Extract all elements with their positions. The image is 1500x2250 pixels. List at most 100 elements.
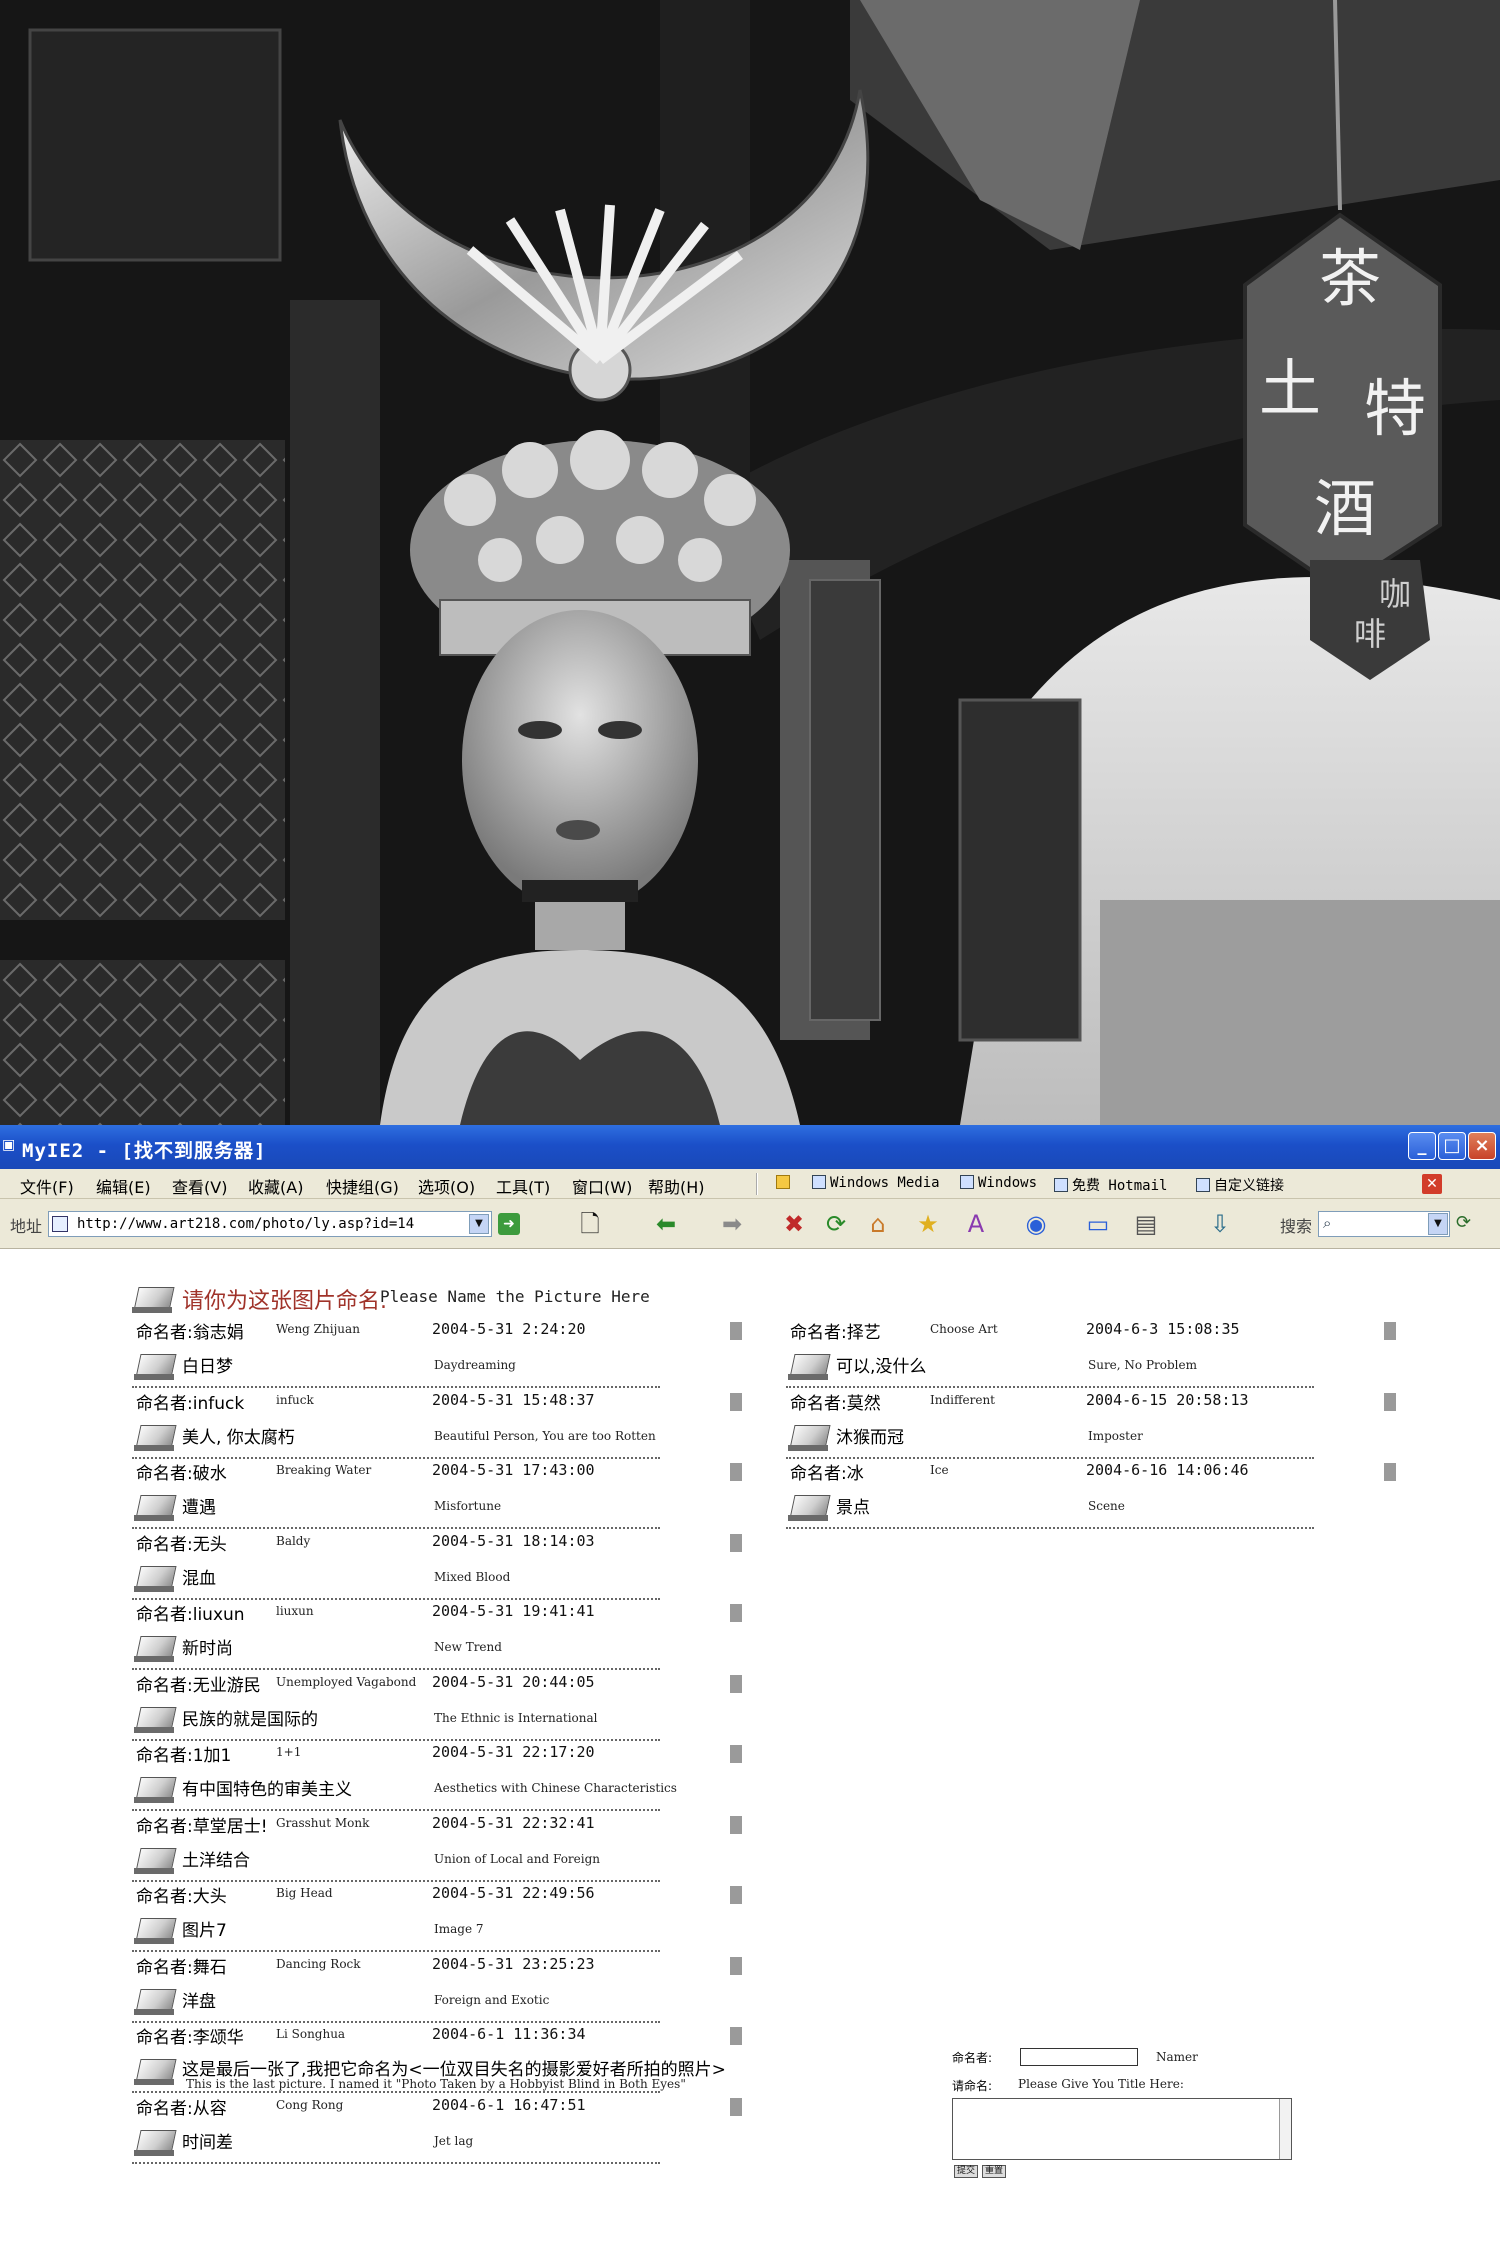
refresh-icon[interactable]: ⟳: [820, 1209, 852, 1239]
title-chinese: 可以,没什么: [836, 1357, 927, 1377]
delete-marker-icon[interactable]: [730, 1322, 742, 1340]
delete-marker-icon[interactable]: [730, 1815, 742, 1834]
delete-marker-icon[interactable]: [730, 1745, 742, 1763]
list-item: 命名者:冰 Ice 2004-6-16 14:06:46 景点 Scene: [786, 1459, 1416, 1529]
links-folder-icon[interactable]: [776, 1175, 794, 1191]
namer-name-english: liuxun: [276, 1604, 314, 1618]
timestamp: 2004-5-31 22:17:20: [432, 1743, 595, 1761]
namer-name: 无头: [192, 1534, 227, 1555]
link-windows-media[interactable]: Windows Media: [812, 1175, 940, 1191]
dotted-divider: [786, 1527, 1314, 1529]
namer-name: liuxun: [192, 1605, 245, 1625]
delete-marker-icon[interactable]: [730, 1533, 742, 1552]
menu-separator: [756, 1173, 758, 1195]
maximize-button[interactable]: □: [1438, 1132, 1466, 1160]
list-item: 命名者:破水 Breaking Water 2004-5-31 17:43:00 遭遇…: [132, 1459, 762, 1529]
globe-icon[interactable]: ◉: [1020, 1209, 1052, 1239]
forward-icon[interactable]: ➡: [716, 1209, 748, 1239]
close-tab-icon[interactable]: ✕: [1422, 1174, 1442, 1194]
link-custom[interactable]: 自定义链接: [1196, 1175, 1284, 1195]
delete-marker-icon[interactable]: [1384, 1463, 1396, 1481]
delete-marker-icon[interactable]: [730, 1392, 742, 1411]
reset-button[interactable]: 重置: [982, 2165, 1007, 2178]
title-textarea[interactable]: [952, 2098, 1292, 2160]
textarea-scrollbar[interactable]: [1279, 2099, 1291, 2159]
list-item: 命名者:无头 Baldy 2004-5-31 18:14:03 混血 Mixed Blo…: [132, 1530, 762, 1600]
submit-button[interactable]: 提交: [954, 2165, 979, 2178]
delete-marker-icon[interactable]: [1384, 1392, 1396, 1411]
delete-marker-icon[interactable]: [730, 1604, 742, 1622]
title-english: The Ethnic is International: [434, 1710, 598, 1725]
timestamp: 2004-6-3 15:08:35: [1086, 1320, 1240, 1338]
home-icon[interactable]: ⌂: [862, 1209, 894, 1239]
namer-label: 命名者:翁志娟: [136, 1323, 244, 1343]
menu-edit[interactable]: 编辑(E): [96, 1174, 151, 1198]
namer-label: 命名者:大头: [136, 1887, 227, 1907]
book-icon: [788, 1493, 828, 1521]
book-icon: [134, 1423, 174, 1451]
delete-marker-icon[interactable]: [730, 1674, 742, 1693]
delete-marker-icon[interactable]: [730, 2027, 742, 2045]
search-go-icon[interactable]: ⟳: [1456, 1212, 1478, 1234]
menu-help[interactable]: 帮助(H): [648, 1174, 705, 1198]
title-english: Jet lag: [434, 2133, 474, 2148]
chevron-down-icon[interactable]: ▼: [469, 1214, 489, 1234]
sign-char-4: 酒: [1314, 472, 1376, 545]
namer-input[interactable]: [1020, 2048, 1138, 2066]
timestamp: 2004-5-31 17:43:00: [432, 1461, 595, 1479]
close-button[interactable]: ×: [1468, 1132, 1496, 1160]
photo-illustration: 茶 土 特 酒 咖 啡: [0, 0, 1500, 1125]
back-icon[interactable]: ⬅: [650, 1209, 682, 1239]
new-page-icon[interactable]: 🗋: [574, 1209, 606, 1239]
address-input[interactable]: http://www.art218.com/photo/ly.asp?id=14…: [48, 1211, 492, 1237]
delete-marker-icon[interactable]: [730, 1956, 742, 1975]
link-hotmail[interactable]: 免费 Hotmail: [1054, 1175, 1167, 1195]
window-icon[interactable]: ▭: [1082, 1209, 1114, 1239]
sign-char-3: 特: [1364, 372, 1426, 445]
link-windows[interactable]: Windows: [960, 1175, 1037, 1191]
list-item: 命名者:李颂华 Li Songhua 2004-6-1 11:36:34 这是最后一张…: [132, 2023, 762, 2093]
title-english: Misfortune: [434, 1499, 502, 1513]
title-chinese: 时间差: [182, 2132, 233, 2153]
list-item: 命名者:infuck infuck 2004-5-31 15:48:37 美人, 你太…: [132, 1389, 762, 1459]
go-button[interactable]: ➜: [498, 1213, 520, 1235]
namer-label: 命名者:李颂华: [136, 2028, 244, 2048]
minimize-button[interactable]: _: [1408, 1132, 1436, 1160]
list-item: 命名者:无业游民 Unemployed Vagabond 2004-5-31 20:…: [132, 1671, 762, 1741]
download-icon[interactable]: ⇩: [1204, 1209, 1236, 1239]
list-item: 命名者:大头 Big Head 2004-5-31 22:49:56 图片7 Image…: [132, 1882, 762, 1952]
book-icon: [134, 1352, 174, 1380]
menu-groups[interactable]: 快捷组(G): [326, 1174, 399, 1198]
menu-file[interactable]: 文件(F): [20, 1174, 74, 1198]
delete-marker-icon[interactable]: [730, 1886, 742, 1904]
title-chinese: 土洋结合: [182, 1850, 250, 1871]
menu-view[interactable]: 查看(V): [172, 1174, 227, 1198]
timestamp: 2004-6-1 16:47:51: [432, 2095, 586, 2114]
sign2-char-1: 咖: [1379, 575, 1411, 613]
folder-group-icon[interactable]: ▤: [1130, 1209, 1162, 1239]
delete-marker-icon[interactable]: [730, 1463, 742, 1481]
namer-name-english: Ice: [930, 1463, 949, 1477]
page-icon: [1196, 1178, 1210, 1192]
namer-label: 命名者:无头: [136, 1534, 227, 1555]
namer-label: 命名者:从容: [136, 2098, 227, 2119]
address-toolbar: 地址 http://www.art218.com/photo/ly.asp?id…: [0, 1199, 1500, 1249]
book-icon: [134, 1493, 174, 1521]
menu-options[interactable]: 选项(O): [418, 1174, 475, 1198]
menu-tools[interactable]: 工具(T): [496, 1174, 550, 1198]
favorites-star-icon[interactable]: ★: [912, 1209, 944, 1239]
naming-form: 命名者: Namer 请命名: Please Give You Title He…: [952, 2045, 1302, 2178]
list-item: 命名者:liuxun liuxun 2004-5-31 19:41:41 新时尚 New…: [132, 1600, 762, 1670]
menu-favorites[interactable]: 收藏(A): [248, 1174, 303, 1198]
delete-marker-icon[interactable]: [730, 2097, 742, 2116]
namer-name: 草堂居士!: [192, 1816, 268, 1837]
stop-icon[interactable]: ✖: [778, 1209, 810, 1239]
timestamp: 2004-6-15 20:58:13: [1086, 1390, 1249, 1409]
menu-window[interactable]: 窗口(W): [572, 1174, 632, 1198]
delete-marker-icon[interactable]: [1384, 1322, 1396, 1340]
form-title-english: Please Give You Title Here:: [1018, 2077, 1184, 2091]
search-dropdown-icon[interactable]: ▼: [1428, 1213, 1448, 1235]
sign-char-1: 茶: [1319, 242, 1381, 315]
list-item: 命名者:1加1 1+1 2004-5-31 22:17:20 有中国特色的审美主义 Ae…: [132, 1741, 762, 1811]
font-size-icon[interactable]: A: [960, 1209, 992, 1239]
